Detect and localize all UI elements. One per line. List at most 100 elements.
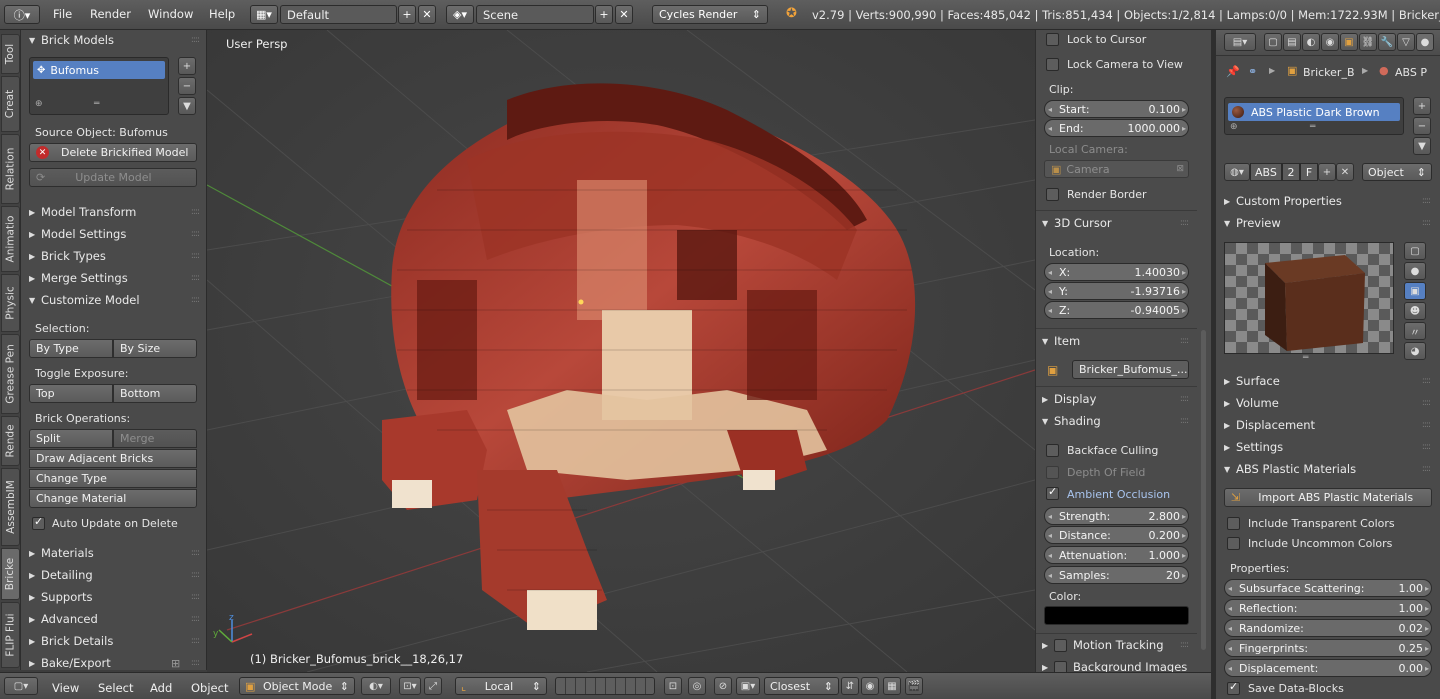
panel-header-materials[interactable]: ▶ Materials::::: [29, 543, 203, 563]
drag-grip-icon[interactable]: ::::: [191, 229, 200, 239]
panel-header-volume[interactable]: ▶ Volume::::: [1224, 393, 1434, 413]
material-link-dropdown[interactable]: Object ⇕: [1362, 163, 1432, 181]
drag-grip-icon[interactable]: ::::: [1422, 442, 1431, 452]
material-specials-button[interactable]: ▼: [1413, 137, 1431, 155]
draw-adjacent-bricks-button[interactable]: Draw Adjacent Bricks: [29, 449, 197, 468]
ao-color-swatch[interactable]: [1044, 606, 1189, 625]
fake-user-toggle[interactable]: F: [1300, 163, 1318, 181]
tab-flip-fluids[interactable]: FLIP Flui: [1, 602, 20, 668]
drag-grip-icon[interactable]: ::::: [1180, 640, 1189, 650]
manipulator-toggle[interactable]: ⤢: [424, 677, 442, 695]
unlink-material-button[interactable]: ✕: [1336, 163, 1354, 181]
add-scene-button[interactable]: +: [595, 5, 613, 24]
snap-toggle-button[interactable]: ⊘: [714, 677, 732, 695]
depth-of-field-checkbox[interactable]: [1046, 466, 1059, 479]
clip-end-field[interactable]: End: 1000.000: [1044, 119, 1189, 137]
cursor-z-field[interactable]: Z: -0.94005: [1044, 301, 1189, 319]
lock-camera-checkbox[interactable]: [1046, 58, 1059, 71]
material-slot-item[interactable]: ABS Plastic Dark Brown: [1228, 103, 1400, 121]
snap-target-dropdown[interactable]: Closest ⇕: [764, 677, 839, 695]
transform-orientation-dropdown[interactable]: ⌞ Local ⇕: [455, 677, 547, 695]
tab-create[interactable]: Creat: [1, 76, 20, 132]
drag-grip-icon[interactable]: ::::: [191, 658, 200, 668]
panel-header-3d-cursor[interactable]: ▼ 3D Cursor::::: [1042, 213, 1192, 233]
users-count[interactable]: 2: [1282, 163, 1300, 181]
preview-monkey-button[interactable]: ☻: [1404, 302, 1426, 320]
tab-grease-pencil[interactable]: Grease Pen: [1, 334, 20, 414]
drag-grip-icon[interactable]: ::::: [1180, 394, 1189, 404]
split-button[interactable]: Split: [29, 429, 113, 448]
snap-element-button[interactable]: ▣▾: [736, 677, 760, 695]
menu-view[interactable]: View: [52, 681, 79, 695]
editor-type-button[interactable]: ▤▾: [1224, 33, 1256, 51]
tab-tool[interactable]: Tool: [1, 34, 20, 74]
drag-grip-icon[interactable]: ::::: [191, 273, 200, 283]
preview-cube-button[interactable]: ▣: [1404, 282, 1426, 300]
add-layout-button[interactable]: +: [398, 5, 416, 24]
menu-add[interactable]: Add: [150, 681, 172, 695]
add-material-slot-button[interactable]: +: [1413, 97, 1431, 115]
panel-header-custom-properties[interactable]: ▶ Custom Properties::::: [1224, 191, 1434, 211]
drag-grip-icon[interactable]: ::::: [1180, 416, 1189, 426]
menu-window[interactable]: Window: [148, 7, 193, 21]
randomize-field[interactable]: Randomize: 0.02: [1224, 619, 1432, 637]
panel-header-model-transform[interactable]: ▶ Model Transform::::: [29, 202, 203, 222]
fingerprints-field[interactable]: Fingerprints: 0.25: [1224, 639, 1432, 657]
panel-header-settings[interactable]: ▶ Settings::::: [1224, 437, 1434, 457]
subsurface-scattering-field[interactable]: Subsurface Scattering: 1.00: [1224, 579, 1432, 597]
lock-layers-button[interactable]: ⊡: [664, 677, 682, 695]
panel-header-abs-plastic-materials[interactable]: ▼ ABS Plastic Materials::::: [1224, 459, 1434, 479]
select-by-type-button[interactable]: By Type: [29, 339, 113, 358]
drag-grip-icon[interactable]: ::::: [1422, 420, 1431, 430]
filter-icon[interactable]: ⊕: [35, 99, 43, 109]
include-uncommon-checkbox[interactable]: [1227, 537, 1240, 550]
drag-grip-icon[interactable]: ::::: [1422, 376, 1431, 386]
tab-relations[interactable]: Relation: [1, 134, 20, 204]
breadcrumb-material[interactable]: ABS P: [1395, 66, 1427, 79]
list-menu-button[interactable]: ▼: [178, 97, 196, 115]
panel-header-surface[interactable]: ▶ Surface::::: [1224, 371, 1434, 391]
interaction-mode-dropdown[interactable]: ▣ Object Mode ⇕: [239, 677, 355, 695]
drag-grip-icon[interactable]: ::::: [191, 592, 200, 602]
menu-object[interactable]: Object: [191, 681, 228, 695]
drag-grip-icon[interactable]: ::::: [1180, 336, 1189, 346]
drag-grip-icon[interactable]: ::::: [191, 35, 200, 45]
import-abs-materials-button[interactable]: ⇲ Import ABS Plastic Materials: [1224, 488, 1432, 507]
cursor-x-field[interactable]: X: 1.40030: [1044, 263, 1189, 281]
panel-header-preview[interactable]: ▼ Preview::::: [1224, 213, 1434, 233]
local-camera-field[interactable]: ▣ Camera ⊠: [1044, 160, 1189, 178]
panel-header-displacement[interactable]: ▶ Displacement::::: [1224, 415, 1434, 435]
drag-grip-icon[interactable]: ::::: [1422, 398, 1431, 408]
panel-header-brick-details[interactable]: ▶ Brick Details::::: [29, 631, 203, 651]
brick-models-list[interactable]: ✥ Bufomus ⊕ ═: [29, 57, 169, 115]
panel-header-motion-tracking[interactable]: ▶ Motion Tracking::::: [1042, 635, 1192, 655]
pin-icon[interactable]: 📌: [1226, 65, 1240, 78]
add-model-button[interactable]: +: [178, 57, 196, 75]
panel-header-merge-settings[interactable]: ▶ Merge Settings::::: [29, 268, 203, 288]
cursor-y-field[interactable]: Y: -1.93716: [1044, 282, 1189, 300]
panel-header-advanced[interactable]: ▶ Advanced::::: [29, 609, 203, 629]
tab-bricker[interactable]: Bricke: [1, 548, 20, 600]
add-plus-icon[interactable]: ⊞: [171, 657, 180, 670]
drag-grip-icon[interactable]: ::::: [1180, 218, 1189, 228]
panel-header-model-settings[interactable]: ▶ Model Settings::::: [29, 224, 203, 244]
viewport-shading-button[interactable]: ◐▾: [361, 677, 391, 695]
select-by-size-button[interactable]: By Size: [113, 339, 197, 358]
reflection-field[interactable]: Reflection: 1.00: [1224, 599, 1432, 617]
drag-grip-icon[interactable]: ::::: [191, 636, 200, 646]
merge-button[interactable]: Merge: [113, 429, 197, 448]
preview-flat-button[interactable]: ▢: [1404, 242, 1426, 260]
tab-animation[interactable]: Animatio: [1, 206, 20, 272]
panel-header-display[interactable]: ▶ Display::::: [1042, 389, 1192, 409]
material-name-field[interactable]: ABS: [1250, 163, 1282, 181]
drag-grip-icon[interactable]: ::::: [1422, 464, 1431, 474]
drag-grip-icon[interactable]: ::::: [191, 570, 200, 580]
browse-material-button[interactable]: ◍▾: [1224, 163, 1250, 181]
preview-sky-button[interactable]: ◕: [1404, 342, 1426, 360]
ao-samples-field[interactable]: Samples: 20: [1044, 566, 1189, 584]
screen-layout-browse-button[interactable]: ▦▾: [250, 5, 278, 24]
layers-grid[interactable]: [555, 677, 655, 695]
modifiers-tab-icon[interactable]: 🔧: [1378, 33, 1396, 51]
constraints-tab-icon[interactable]: ⛓: [1359, 33, 1377, 51]
resize-handle[interactable]: ═: [1303, 353, 1308, 363]
